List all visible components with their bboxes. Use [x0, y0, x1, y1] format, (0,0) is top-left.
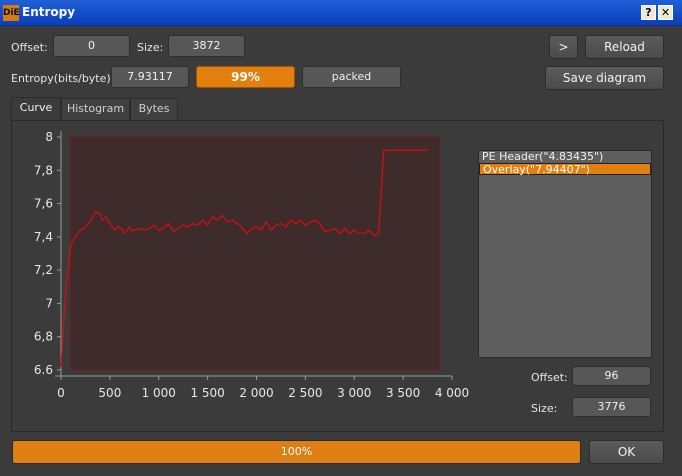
offset-field[interactable]: 0	[53, 35, 130, 57]
tab-histogram[interactable]: Histogram	[61, 98, 130, 120]
app-icon: DiE	[3, 5, 20, 21]
y-tick-label: 7,4	[34, 230, 53, 244]
offset-label: Offset:	[11, 41, 48, 54]
x-tick-label: 500	[98, 386, 121, 400]
y-tick-label: 7,6	[34, 197, 53, 211]
reload-button[interactable]: Reload	[585, 35, 664, 59]
y-tick-label: 8	[45, 130, 53, 144]
tab-curve[interactable]: Curve	[11, 97, 61, 121]
region-list[interactable]: PE Header("4.83435") Overlay("7.94407")	[478, 150, 652, 358]
x-tick-label: 2 000	[239, 386, 273, 400]
progress-bar: 100%	[12, 440, 581, 464]
x-tick-label: 3 000	[337, 386, 371, 400]
ok-button[interactable]: OK	[589, 440, 664, 464]
save-diagram-button[interactable]: Save diagram	[545, 66, 664, 90]
tab-bytes[interactable]: Bytes	[130, 98, 178, 120]
y-tick-label: 7,8	[34, 163, 53, 177]
close-button[interactable]: ✕	[658, 5, 673, 20]
y-tick-label: 6.6	[34, 363, 53, 377]
region-size-field[interactable]: 3776	[572, 397, 651, 417]
percent-badge: 99%	[196, 66, 295, 88]
window-title: Entropy	[22, 5, 76, 19]
x-tick-label: 1 000	[142, 386, 176, 400]
x-tick-label: 1 500	[190, 386, 224, 400]
y-tick-label: 6,8	[34, 330, 53, 344]
highlight-region	[69, 136, 440, 371]
y-tick-label: 7	[45, 296, 53, 310]
x-tick-label: 4 000	[435, 386, 469, 400]
list-item-overlay[interactable]: Overlay("7.94407")	[479, 163, 651, 176]
region-size-label: Size:	[531, 402, 558, 415]
size-label: Size:	[137, 41, 164, 54]
region-offset-field[interactable]: 96	[572, 366, 651, 386]
y-tick-label: 7,2	[34, 263, 53, 277]
list-item-pe-header[interactable]: PE Header("4.83435")	[479, 151, 651, 163]
entropy-label: Entropy(bits/byte):	[11, 72, 115, 85]
region-offset-label: Offset:	[531, 371, 568, 384]
size-field[interactable]: 3872	[168, 35, 245, 57]
status-field[interactable]: packed	[302, 66, 401, 88]
x-tick-label: 3 500	[386, 386, 420, 400]
x-tick-label: 0	[57, 386, 65, 400]
x-tick-label: 2 500	[288, 386, 322, 400]
title-bar: DiE Entropy ? ✕	[0, 0, 682, 26]
entropy-curve-chart: 6.6 6,8 7 7,2 7,4 7,6 7,8 8 0 500 1 000 1 500 2 000 2…	[34, 130, 469, 400]
help-button[interactable]: ?	[641, 5, 656, 20]
next-button[interactable]: >	[549, 35, 578, 59]
progress-label: 100%	[280, 445, 313, 458]
entropy-field[interactable]: 7.93117	[111, 66, 189, 88]
